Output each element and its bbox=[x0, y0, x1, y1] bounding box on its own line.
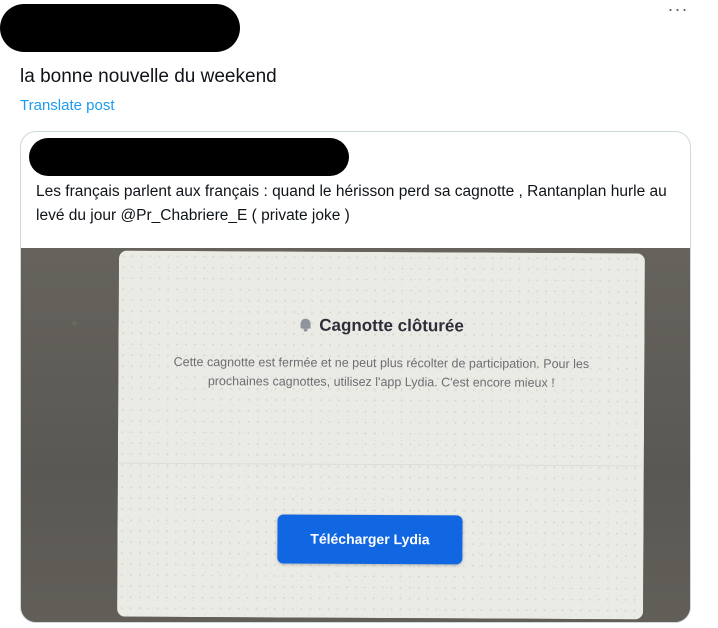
quoted-post-card[interactable]: Les français parlent aux français : quan… bbox=[20, 131, 691, 623]
quoted-post-text: Les français parlent aux français : quan… bbox=[36, 183, 667, 224]
photographed-screen: Cagnotte clôturée Cette cagnotte est fer… bbox=[117, 250, 645, 620]
translate-post-link[interactable]: Translate post bbox=[20, 97, 115, 114]
redacted-author bbox=[0, 4, 240, 52]
download-lydia-button: Télécharger Lydia bbox=[277, 514, 463, 565]
photo-card-title: Cagnotte clôturée bbox=[119, 315, 645, 338]
photo-card-title-text: Cagnotte clôturée bbox=[319, 315, 464, 336]
photo-card-divider bbox=[117, 462, 644, 467]
more-options-icon[interactable]: ··· bbox=[666, 0, 690, 22]
post-text: la bonne nouvelle du weekend bbox=[20, 66, 277, 87]
photo-card-message: Cette cagnotte est fermée et ne peut plu… bbox=[173, 354, 590, 390]
quoted-post-photo[interactable]: Cagnotte clôturée Cette cagnotte est fer… bbox=[21, 248, 690, 622]
redacted-quoted-author bbox=[29, 138, 349, 176]
bell-icon bbox=[299, 319, 311, 332]
